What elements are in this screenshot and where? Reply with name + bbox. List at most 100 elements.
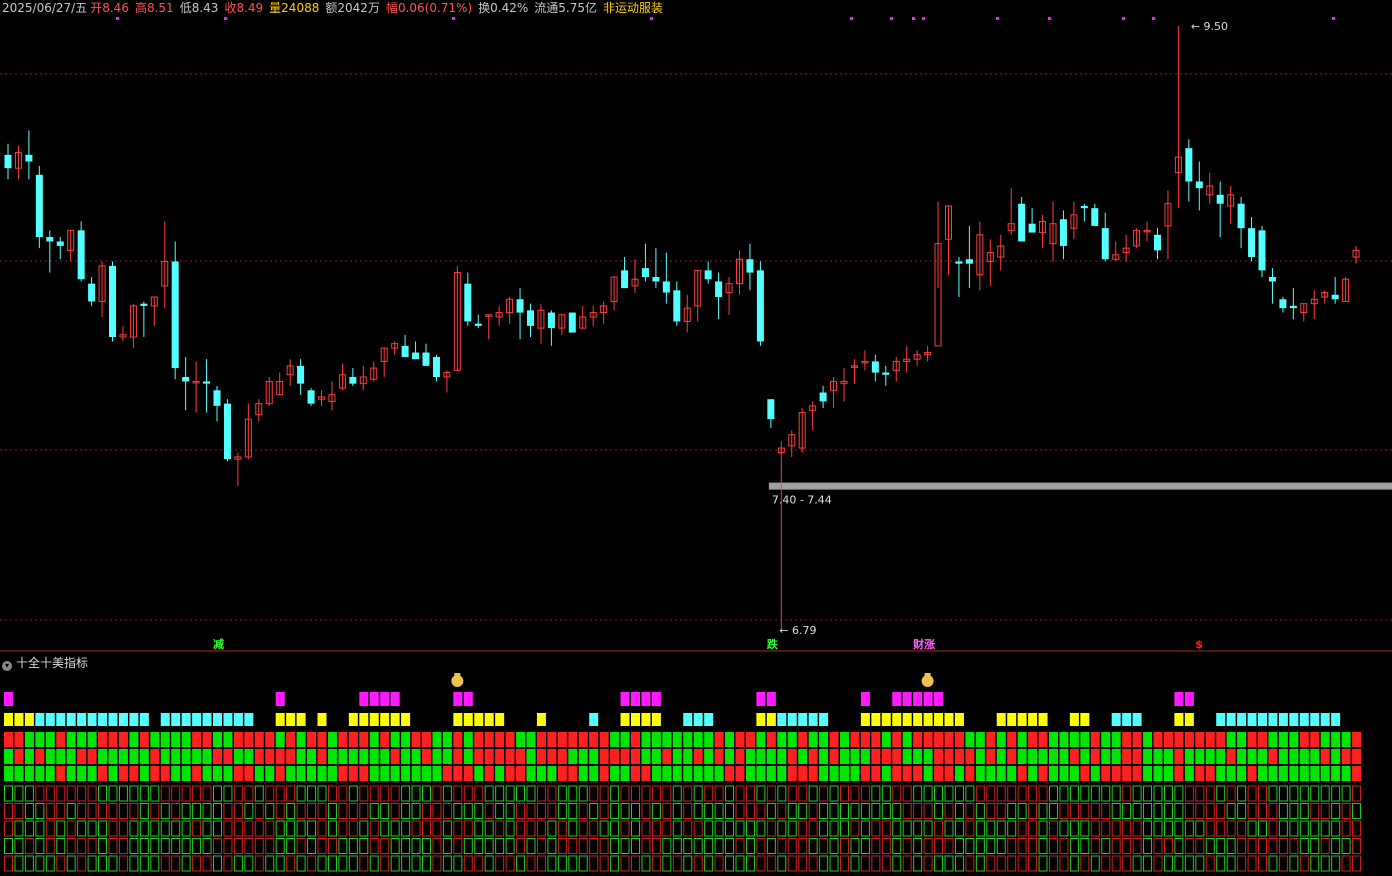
candle-body: [140, 303, 148, 306]
indicator-cell-outline: [45, 855, 55, 872]
indicator-cell-solid: [265, 732, 275, 747]
candle: [223, 399, 231, 462]
indicator-cell-outline: [1247, 803, 1257, 819]
indicator-cell-outline: [1111, 838, 1121, 854]
candle: [25, 130, 33, 180]
indicator-cell-cyan: [56, 713, 66, 726]
candle-body: [1080, 205, 1088, 209]
indicator-cell-solid: [108, 732, 118, 747]
indicator-cell-outline: [213, 803, 222, 819]
indicator-cell-outline: [735, 838, 745, 854]
indicator-cell-magenta: [453, 692, 463, 706]
indicator-cell-outline: [390, 785, 400, 802]
indicator-cell-solid: [1111, 732, 1121, 747]
indicator-cell-outline: [923, 785, 933, 802]
indicator-cell-outline: [516, 820, 526, 837]
candle: [464, 272, 472, 326]
candle: [119, 325, 127, 342]
indicator-cell-outline: [1310, 785, 1320, 802]
candle-body: [182, 376, 190, 382]
candle: [1059, 210, 1067, 260]
indicator-cell-solid: [1174, 766, 1184, 781]
indicator-cell-cyan: [202, 713, 212, 726]
indicator-cell-solid: [1028, 749, 1038, 764]
indicator-cell-outline: [714, 838, 724, 854]
indicator-cell-outline: [1310, 838, 1320, 854]
indicator-cell-outline: [996, 820, 1006, 837]
indicator-cell-outline: [1038, 855, 1048, 872]
candle-body: [1268, 277, 1276, 282]
indicator-cell-solid: [98, 732, 108, 747]
indicator-cell-outline: [390, 820, 400, 837]
indicator-cell-solid: [244, 732, 254, 747]
indicator-cell-solid: [14, 766, 24, 781]
indicator-cell-outline: [850, 785, 860, 802]
indicator-cell-outline: [348, 838, 358, 854]
indicator-cell-solid: [390, 732, 400, 747]
candlestick-chart[interactable]: 7.40 - 7.44← 9.50← 6.79减跌财涨 $: [0, 0, 1392, 876]
indicator-cell-solid: [77, 732, 87, 747]
indicator-cell-solid: [139, 766, 149, 781]
indicator-cell-outline: [24, 838, 34, 854]
indicator-cell-outline: [171, 820, 181, 837]
indicator-cell-solid: [474, 732, 484, 747]
indicator-cell-outline: [1331, 855, 1341, 872]
indicator-cell-outline: [1122, 803, 1132, 819]
indicator-cell-outline: [317, 838, 327, 854]
indicator-cell-outline: [1174, 855, 1184, 872]
indicator-cell-solid: [1268, 749, 1278, 764]
candle-body: [1185, 148, 1193, 182]
candle: [1279, 297, 1287, 313]
indicator-cell-solid: [56, 749, 66, 764]
indicator-cell-outline: [24, 803, 34, 819]
indicator-cell-solid: [411, 766, 421, 781]
candle-body: [109, 265, 116, 337]
indicator-cell-outline: [254, 820, 264, 837]
candle-body: [422, 352, 430, 366]
indicator-cell-cyan: [129, 713, 139, 726]
candle-body: [1154, 234, 1161, 251]
candle-body: [1195, 181, 1203, 189]
indicator-cell-outline: [1111, 855, 1121, 872]
indicator-cell-outline: [714, 820, 724, 837]
indicator-title-bar[interactable]: ▾ 十全十美指标: [2, 654, 88, 671]
indicator-cell-solid: [536, 766, 546, 781]
candle: [558, 314, 566, 335]
indicator-cell-outline: [98, 785, 108, 802]
indicator-cell-outline: [1101, 838, 1111, 854]
indicator-cell-cyan: [233, 713, 243, 726]
indicator-cell-magenta: [756, 692, 766, 706]
chevron-down-icon[interactable]: ▾: [2, 661, 12, 671]
candle: [1028, 208, 1036, 233]
candle: [568, 312, 576, 333]
indicator-cell-outline: [1163, 838, 1173, 854]
indicator-cell-outline: [348, 803, 358, 819]
indicator-cell-magenta: [766, 692, 776, 706]
candle-body: [882, 372, 890, 375]
candle: [1039, 214, 1047, 249]
candle: [234, 452, 242, 486]
indicator-cell-outline: [338, 803, 348, 819]
candle: [850, 359, 858, 384]
indicator-cell-outline: [777, 838, 787, 854]
indicator-cell-outline: [129, 855, 139, 872]
indicator-cell-outline: [860, 820, 870, 837]
indicator-cell-outline: [651, 803, 661, 819]
candle: [903, 345, 911, 373]
indicator-cell-cyan: [1299, 713, 1309, 726]
indicator-cell-yellow: [275, 713, 285, 726]
indicator-cell-solid: [77, 749, 87, 764]
indicator-cell-outline: [1205, 803, 1215, 819]
indicator-cell-outline: [704, 838, 714, 854]
indicator-cell-magenta: [359, 692, 369, 706]
indicator-cell-outline: [422, 803, 431, 819]
stock-chart-window: 2025/06/27/五 开8.46 高8.51 低8.43 收8.49 量24088 额2…: [0, 0, 1392, 876]
indicator-cell-outline: [1007, 785, 1017, 802]
signal-dot: [996, 17, 999, 20]
indicator-cell-cyan: [160, 713, 170, 726]
candle: [945, 205, 952, 275]
indicator-cell-outline: [505, 820, 515, 837]
indicator-cell-solid: [819, 749, 829, 764]
indicator-cell-solid: [380, 749, 390, 764]
indicator-cell-outline: [1007, 803, 1017, 819]
